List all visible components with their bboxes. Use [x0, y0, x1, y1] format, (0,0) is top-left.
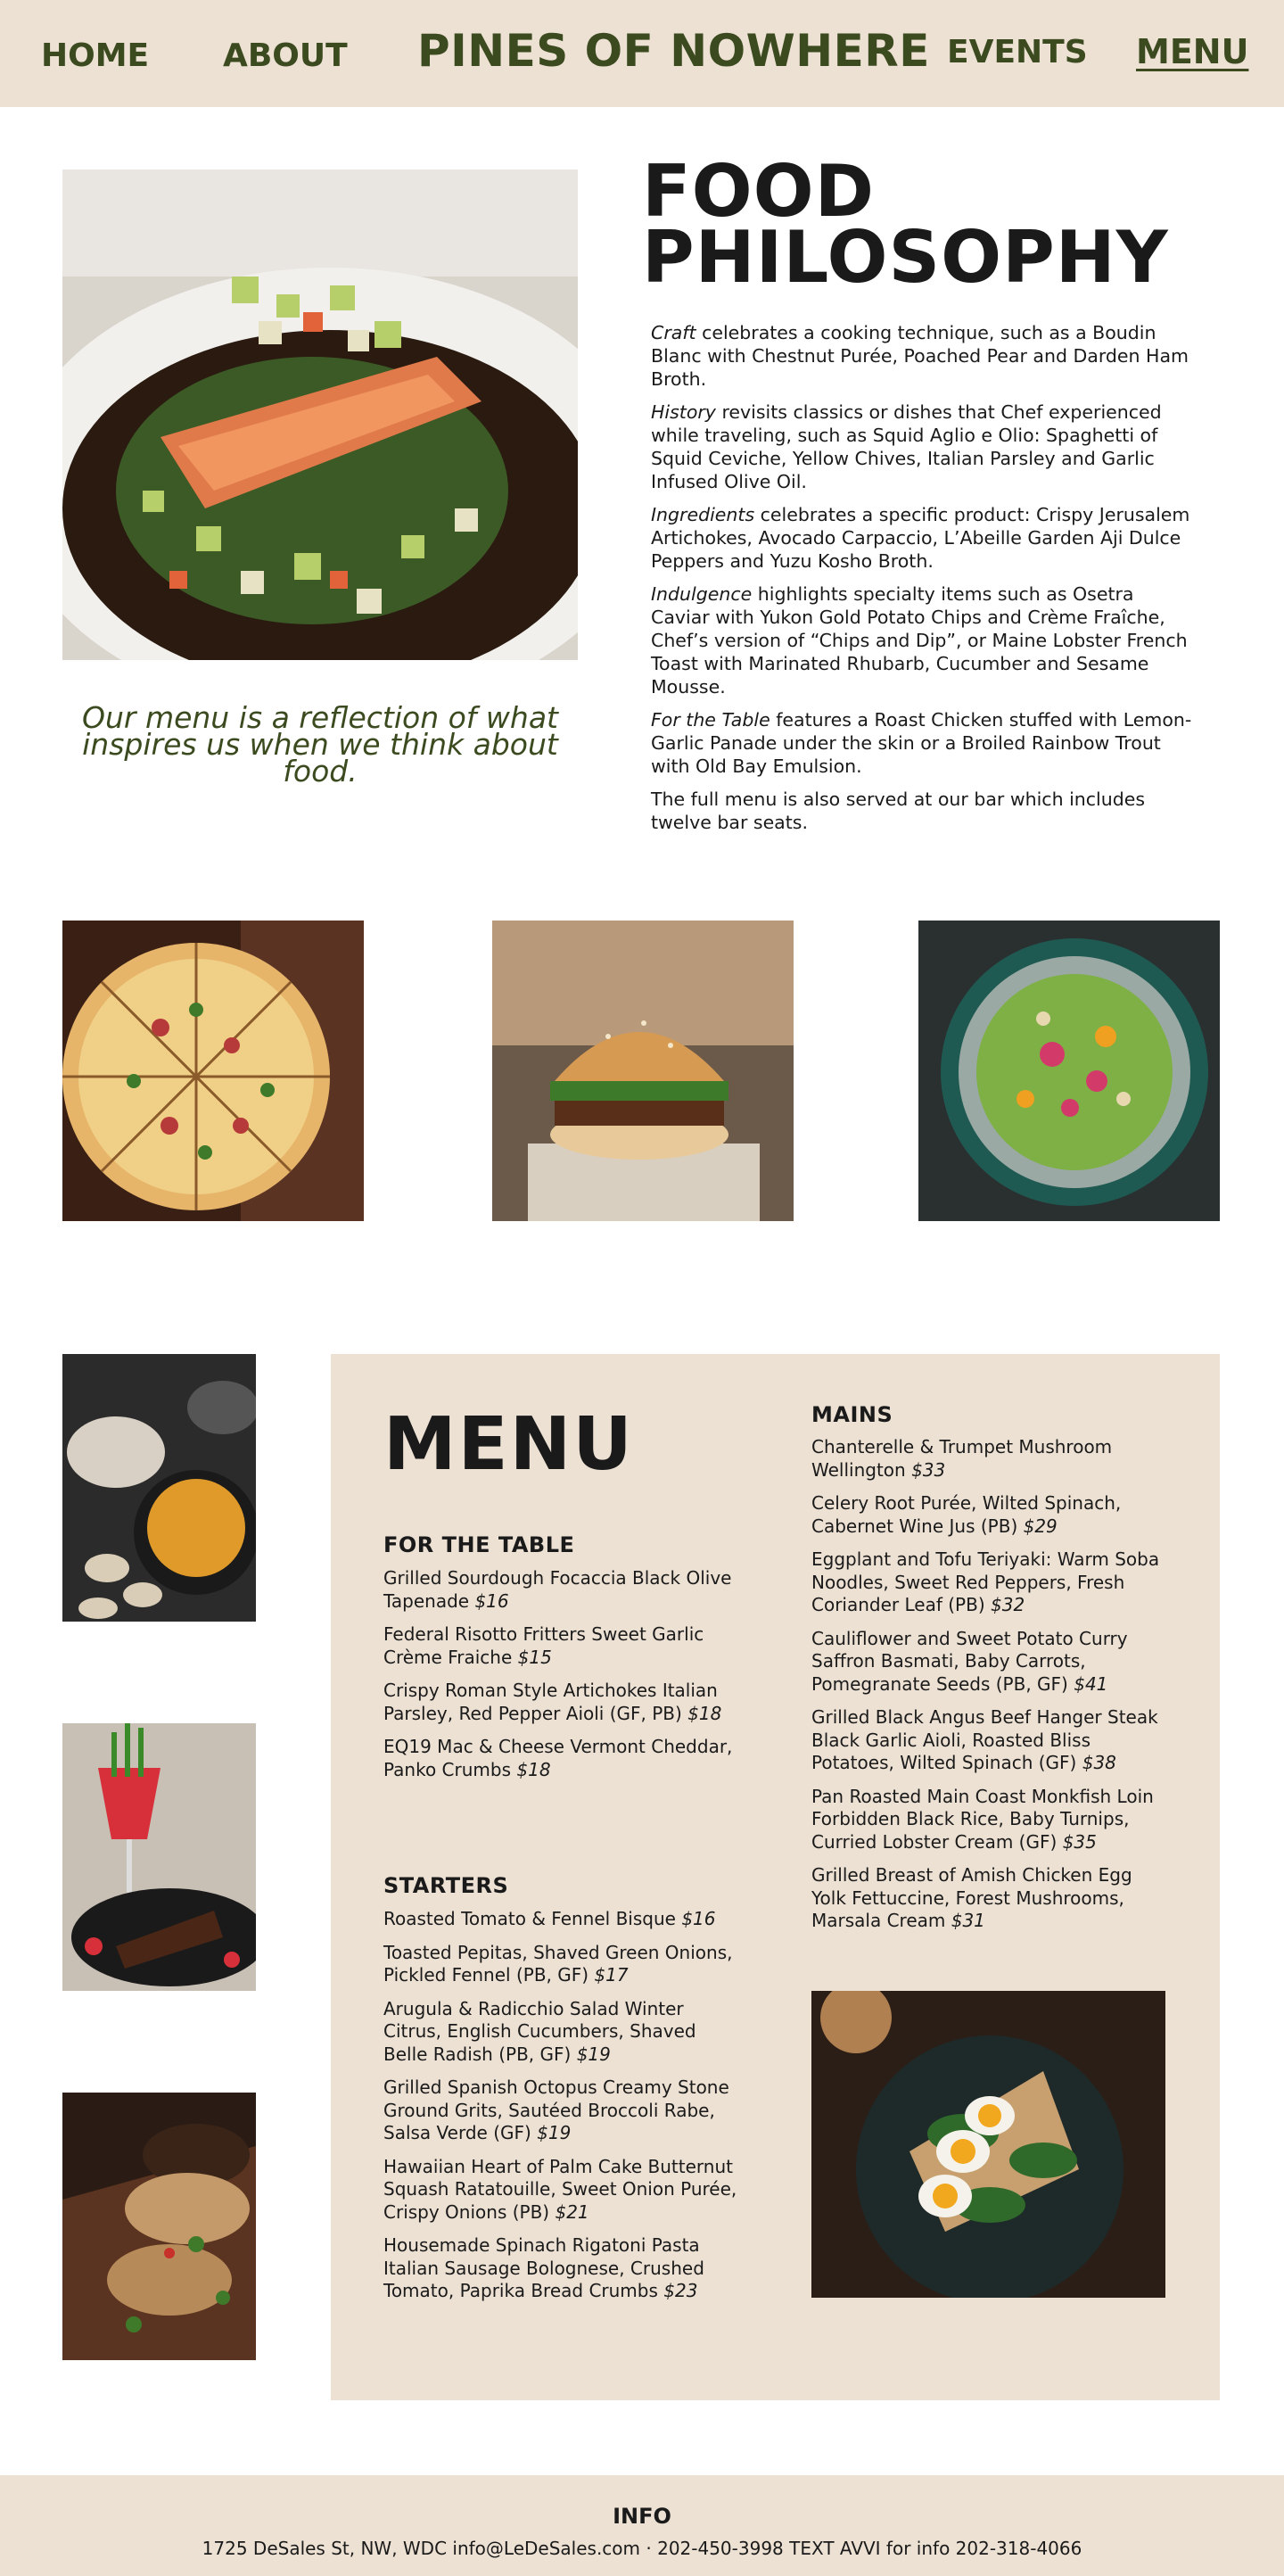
menu-item: Federal Risotto Fritters Sweet Garlic Cr…	[383, 1623, 704, 1668]
menu-item-price: $19	[576, 2043, 611, 2065]
menu-item: Crispy Roman Style Artichokes Italian Pa…	[383, 1680, 722, 1724]
menu-item: Grilled Spanish Octopus Creamy Stone Gro…	[383, 2076, 729, 2143]
title-line-1: FOOD	[642, 150, 876, 233]
menu-item-price: $16	[681, 1908, 716, 1929]
brand-logo-link[interactable]: PINES OF NOWHERE	[417, 25, 930, 77]
menu-item-price: $18	[516, 1758, 551, 1780]
soup-table-photo	[62, 1354, 256, 1622]
for-the-table-list: Grilled Sourdough Focaccia Black Olive T…	[383, 1567, 740, 1792]
egg-toast-photo	[811, 1991, 1165, 2298]
title-line-2: PHILOSOPHY	[642, 216, 1169, 299]
menu-item-price: $15	[517, 1646, 552, 1668]
menu-item-price: $31	[951, 1910, 985, 1931]
menu-item-price: $18	[687, 1702, 722, 1724]
menu-item: Arugula & Radicchio Salad Winter Citrus,…	[383, 1997, 696, 2065]
menu-item: Chanterelle & Trumpet Mushroom Wellingto…	[811, 1436, 1113, 1481]
menu-item: Celery Root Purée, Wilted Spinach, Caber…	[811, 1492, 1122, 1537]
menu-item: Eggplant and Tofu Teriyaki: Warm Soba No…	[811, 1548, 1160, 1615]
menu-item-price: $21	[555, 2200, 589, 2223]
philosophy-paragraph: History revisits classics or dishes that…	[651, 401, 1162, 492]
menu-quote: Our menu is a reflection of what inspire…	[82, 700, 558, 788]
salad-bowl-photo	[918, 921, 1220, 1221]
cake-and-drink-photo	[62, 1723, 256, 1991]
menu-item-price: $16	[474, 1589, 509, 1612]
menu-item-price: $23	[663, 2280, 698, 2301]
menu-item: Cauliflower and Sweet Potato Curry Saffr…	[811, 1627, 1128, 1695]
top-nav: HOME ABOUT PINES OF NOWHERE EVENTS MENU	[0, 0, 1284, 107]
starters-list: Roasted Tomato & Fennel Bisque $16 Toast…	[383, 1908, 740, 2314]
mains-list: Chanterelle & Trumpet Mushroom Wellingto…	[811, 1436, 1168, 1944]
menu-item: Grilled Sourdough Focaccia Black Olive T…	[383, 1567, 732, 1612]
menu-item: Hawaiian Heart of Palm Cake Butternut Sq…	[383, 2155, 737, 2223]
menu-item: Pan Roasted Main Coast Monkfish Loin For…	[811, 1785, 1154, 1853]
menu-item: Grilled Breast of Amish Chicken Egg Yolk…	[811, 1864, 1132, 1931]
nav-menu-link[interactable]: MENU	[1136, 32, 1248, 71]
philosophy-paragraph: For the Table features a Roast Chicken s…	[651, 709, 1192, 777]
philosophy-paragraph: Craft celebrates a cooking technique, su…	[651, 322, 1189, 390]
menu-item-price: $33	[911, 1458, 946, 1481]
section-heading-starters: STARTERS	[383, 1873, 509, 1898]
philosophy-body: Craft celebrates a cooking technique, su…	[651, 321, 1195, 844]
menu-item: Grilled Black Angus Beef Hanger Steak Bl…	[811, 1706, 1158, 1773]
bread-board-photo	[62, 2093, 256, 2360]
philosophy-paragraph: Indulgence highlights specialty items su…	[651, 583, 1188, 698]
salmon-dish-photo	[62, 169, 578, 660]
menu-item: Roasted Tomato & Fennel Bisque $16	[383, 1908, 716, 1929]
menu-item-price: $17	[594, 1964, 629, 1986]
pizza-photo	[62, 921, 364, 1221]
section-heading-for-the-table: FOR THE TABLE	[383, 1532, 575, 1557]
philosophy-paragraph: Ingredients celebrates a specific produc…	[651, 504, 1190, 572]
menu-item-price: $19	[537, 2122, 572, 2143]
menu-item-price: $35	[1062, 1830, 1097, 1853]
nav-about-link[interactable]: ABOUT	[223, 37, 348, 74]
menu-title: MENU	[383, 1402, 634, 1487]
menu-item-price: $32	[991, 1594, 1025, 1615]
nav-home-link[interactable]: HOME	[41, 37, 149, 74]
footer-heading: INFO	[613, 2504, 671, 2529]
menu-item: Toasted Pepitas, Shaved Green Onions, Pi…	[383, 1941, 733, 1986]
food-philosophy-title: FOOD PHILOSOPHY	[642, 150, 1169, 299]
philosophy-paragraph: The full menu is also served at our bar …	[651, 788, 1146, 833]
footer: INFO 1725 DeSales St, NW, WDC info@LeDeS…	[0, 2475, 1284, 2576]
menu-item: Housemade Spinach Rigatoni Pasta Italian…	[383, 2234, 704, 2301]
menu-item: EQ19 Mac & Cheese Vermont Cheddar, Panko…	[383, 1736, 733, 1780]
footer-contact-line: 1725 DeSales St, NW, WDC info@LeDeSales.…	[202, 2538, 1082, 2559]
menu-item-price: $41	[1074, 1672, 1108, 1695]
section-heading-mains: MAINS	[811, 1402, 893, 1427]
nav-events-link[interactable]: EVENTS	[947, 34, 1088, 70]
menu-item-price: $29	[1023, 1515, 1058, 1537]
burger-photo	[492, 921, 794, 1221]
menu-item-price: $38	[1082, 1752, 1116, 1773]
